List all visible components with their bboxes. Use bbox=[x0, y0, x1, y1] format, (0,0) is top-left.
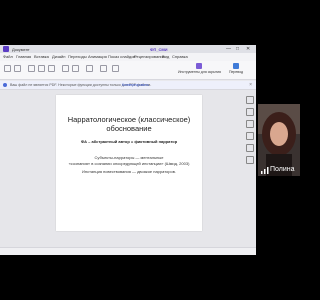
menu-slideshow[interactable]: Показ слайдов bbox=[108, 53, 136, 61]
slide-line: «сознания» в сознании опосредующей инста… bbox=[68, 161, 190, 166]
slide-canvas: Нарратологическое (классическое) обоснов… bbox=[0, 90, 256, 255]
bold-icon[interactable] bbox=[28, 65, 35, 72]
align-left-icon[interactable] bbox=[62, 65, 69, 72]
hide-tools-icon bbox=[196, 63, 202, 69]
list-icon[interactable] bbox=[86, 65, 93, 72]
tab-document[interactable]: Документ bbox=[12, 46, 30, 53]
info-icon bbox=[3, 82, 7, 87]
close-icon[interactable]: × bbox=[249, 81, 252, 89]
menu-transitions[interactable]: Переходы bbox=[68, 53, 87, 61]
translate-icon bbox=[233, 63, 239, 69]
properties-icon[interactable] bbox=[246, 96, 254, 104]
app-logo-icon bbox=[3, 46, 9, 52]
participant-name: Полина bbox=[270, 166, 295, 173]
maximize-button[interactable]: □ bbox=[236, 45, 239, 53]
italic-icon[interactable] bbox=[38, 65, 45, 72]
minimize-button[interactable]: — bbox=[226, 45, 231, 53]
translate-button[interactable]: Перевод bbox=[224, 63, 248, 77]
menu-home[interactable]: Главная bbox=[16, 53, 31, 61]
presentation-app-window: Документ ФП_СМИ — □ ✕ Файл Главная Встав… bbox=[0, 45, 256, 255]
ribbon-toolbar: Инструменты для скрытия Перевод bbox=[0, 61, 256, 80]
slide-title: Нарратологическое (классическое) обоснов… bbox=[67, 115, 191, 133]
menu-animation[interactable]: Анимация bbox=[88, 53, 107, 61]
arrange-icon[interactable] bbox=[112, 65, 119, 72]
slide[interactable]: Нарратологическое (классическое) обоснов… bbox=[56, 95, 202, 231]
format-icon[interactable] bbox=[246, 120, 254, 128]
notification-bar: Ваш файл не является PDF. Некоторые функ… bbox=[0, 81, 256, 90]
menu-file[interactable]: Файл bbox=[3, 53, 13, 61]
convert-link[interactable]: Конвертировать bbox=[122, 81, 149, 89]
align-center-icon[interactable] bbox=[72, 65, 79, 72]
slide-subtitle: ФА – абстрактный автор = фиктивный нарра… bbox=[80, 139, 178, 144]
menu-insert[interactable]: Вставка bbox=[34, 53, 49, 61]
shape-icon[interactable] bbox=[100, 65, 107, 72]
layout-icon[interactable] bbox=[14, 65, 21, 72]
underline-icon[interactable] bbox=[48, 65, 55, 72]
status-bar bbox=[0, 247, 256, 255]
menu-design[interactable]: Дизайн bbox=[52, 53, 65, 61]
animation-icon[interactable] bbox=[246, 108, 254, 116]
slide-line: Субъекты-нарраторы — ментальные bbox=[94, 155, 164, 160]
right-sidebar bbox=[244, 90, 254, 250]
video-tile: Полина bbox=[258, 104, 300, 176]
close-button[interactable]: ✕ bbox=[246, 45, 250, 53]
tab-presentation[interactable]: ФП_СМИ bbox=[150, 46, 168, 53]
notes-icon[interactable] bbox=[246, 156, 254, 164]
design-icon[interactable] bbox=[246, 132, 254, 140]
slide-line: Инстанция повествования — двоякое наррат… bbox=[82, 169, 176, 174]
new-slide-icon[interactable] bbox=[4, 65, 11, 72]
signal-icon bbox=[261, 167, 269, 174]
title-bar: Документ ФП_СМИ — □ ✕ bbox=[0, 45, 256, 53]
hide-tools-button[interactable]: Инструменты для скрытия bbox=[178, 63, 221, 77]
comments-icon[interactable] bbox=[246, 144, 254, 152]
menu-view[interactable]: Вид bbox=[162, 53, 169, 61]
menu-review[interactable]: Рецензирование bbox=[134, 53, 165, 61]
menu-help[interactable]: Справка bbox=[172, 53, 188, 61]
